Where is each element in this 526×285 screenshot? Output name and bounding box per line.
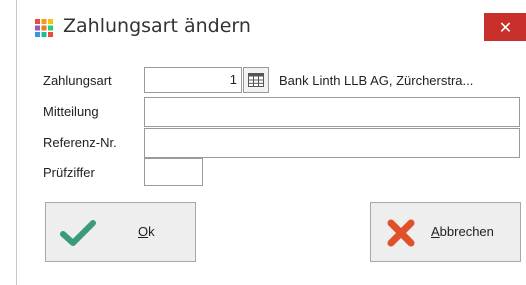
title-bar: Zahlungsart ändern ✕ (17, 0, 526, 50)
cross-icon (387, 219, 415, 247)
dialog-title: Zahlungsart ändern (63, 15, 251, 37)
grid-icon (35, 19, 53, 37)
referenz-input[interactable] (144, 128, 520, 158)
dialog-window: Zahlungsart ändern ✕ Zahlungsart 1 Bank … (16, 0, 526, 285)
zahlungsart-input[interactable]: 1 (144, 67, 242, 93)
zahlungsart-lookup-button[interactable] (243, 67, 269, 93)
close-icon: ✕ (498, 17, 513, 37)
cancel-mnemonic: A (431, 224, 440, 239)
zahlungsart-description: Bank Linth LLB AG, Zürcherstra... (279, 73, 474, 88)
ok-button[interactable]: Ok (45, 202, 196, 262)
cancel-button-label: Abbrechen (431, 224, 494, 239)
cancel-label-rest: bbrechen (439, 224, 494, 239)
zahlungsart-label: Zahlungsart (43, 73, 112, 88)
referenz-label: Referenz-Nr. (43, 135, 117, 150)
pruefziffer-input[interactable] (144, 158, 203, 186)
mitteilung-label: Mitteilung (43, 104, 99, 119)
cancel-button[interactable]: Abbrechen (370, 202, 521, 262)
table-lookup-icon (248, 73, 264, 87)
checkmark-icon (60, 220, 96, 246)
ok-mnemonic: O (138, 224, 149, 239)
pruefziffer-label: Prüfziffer (43, 165, 95, 180)
ok-label-rest: k (148, 224, 155, 239)
ok-button-label: Ok (138, 224, 155, 239)
mitteilung-input[interactable] (144, 97, 520, 127)
close-button[interactable]: ✕ (484, 13, 526, 41)
